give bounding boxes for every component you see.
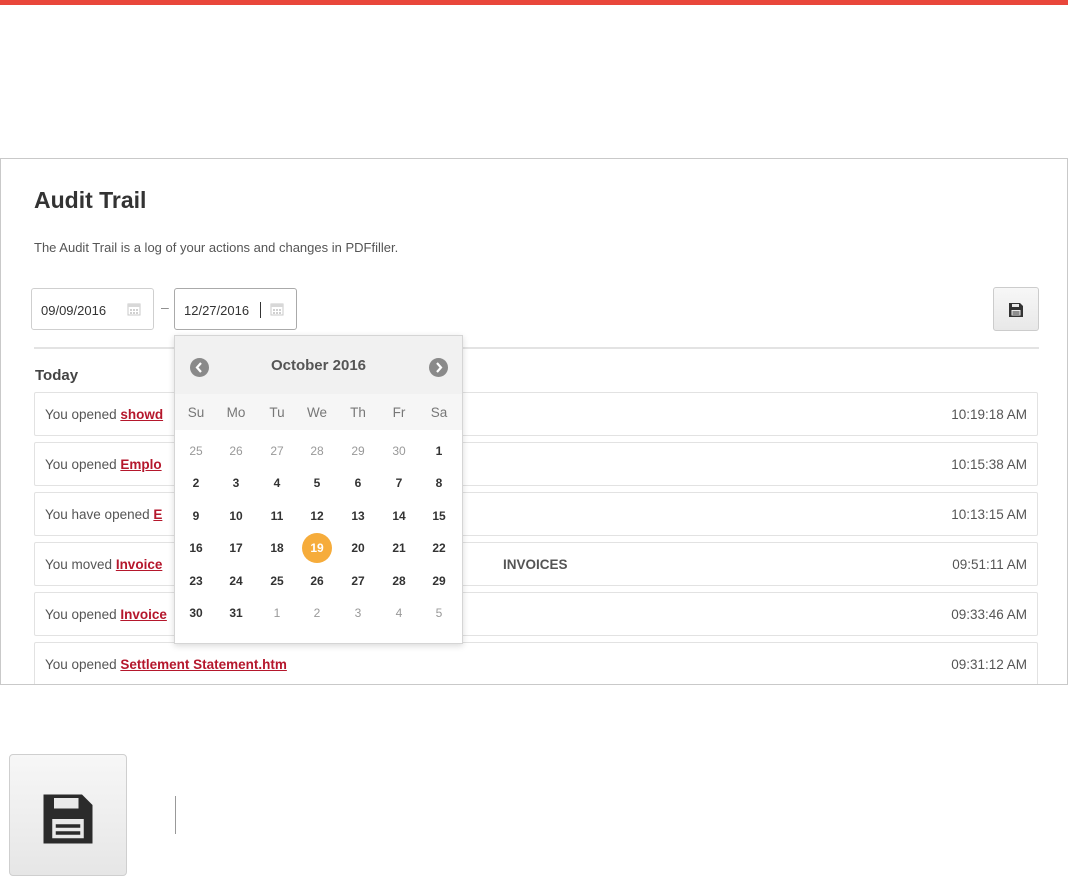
log-row: You opened Settlement Statement.htm 09:3… <box>34 642 1038 684</box>
log-row-destination: INVOICES <box>503 557 568 572</box>
weekday-label: Tu <box>269 405 285 420</box>
calendar-day[interactable]: 12 <box>297 509 337 523</box>
calendar-day-selected[interactable]: 19 <box>302 533 332 564</box>
date-range-separator: – <box>161 299 169 315</box>
calendar-day[interactable]: 4 <box>257 476 297 490</box>
calendar-day[interactable]: 31 <box>216 606 256 620</box>
calendar-day[interactable]: 14 <box>379 509 419 523</box>
calendar-day[interactable]: 11 <box>257 509 297 523</box>
calendar-day[interactable]: 17 <box>216 541 256 555</box>
calendar-day[interactable]: 7 <box>379 476 419 490</box>
log-row-time: 09:51:11 AM <box>952 557 1027 572</box>
save-button[interactable] <box>993 287 1039 331</box>
calendar-month-label: October 2016 <box>270 357 367 374</box>
page-subtitle: The Audit Trail is a log of your actions… <box>34 240 399 255</box>
calendar-day[interactable]: 29 <box>419 574 459 588</box>
calendar-day[interactable]: 25 <box>257 574 297 588</box>
calendar-day[interactable]: 1 <box>419 444 459 458</box>
calendar-day[interactable]: 27 <box>257 444 297 458</box>
log-file-link[interactable]: Invoice <box>116 557 163 572</box>
weekday-label: Sa <box>430 405 448 420</box>
log-row-time: 10:13:15 AM <box>951 507 1027 522</box>
calendar-day[interactable]: 16 <box>176 541 216 555</box>
calendar-day[interactable]: 5 <box>297 476 337 490</box>
calendar-day[interactable]: 25 <box>176 444 216 458</box>
calendar-day[interactable]: 30 <box>176 606 216 620</box>
next-month-button[interactable] <box>429 358 448 377</box>
log-file-link[interactable]: showd <box>120 407 163 422</box>
save-button-zoomed[interactable] <box>9 754 127 876</box>
calendar-day[interactable]: 8 <box>419 476 459 490</box>
calendar-icon[interactable] <box>127 302 141 316</box>
log-file-link[interactable]: Settlement Statement.htm <box>120 657 287 672</box>
weekday-header-row: Su Mo Tu We Th Fr Sa <box>175 394 462 430</box>
start-date-value: 09/09/2016 <box>41 303 107 318</box>
calendar-day[interactable]: 27 <box>338 574 378 588</box>
calendar-day[interactable]: 26 <box>297 574 337 588</box>
calendar-day[interactable]: 24 <box>216 574 256 588</box>
calendar-day[interactable]: 6 <box>338 476 378 490</box>
weekday-label: We <box>306 405 327 420</box>
log-row-text: You opened Settlement Statement.htm <box>45 657 287 672</box>
end-date-field[interactable]: 12/27/2016 <box>174 288 297 330</box>
calendar-header: October 2016 <box>175 336 462 394</box>
calendar-icon[interactable] <box>270 302 284 316</box>
end-date-value: 12/27/2016 <box>184 303 250 318</box>
calendar-day[interactable]: 9 <box>176 509 216 523</box>
section-heading-today: Today <box>35 367 79 384</box>
log-row-action: You opened <box>45 457 121 472</box>
weekday-label: Su <box>187 405 205 420</box>
weekday-label: Mo <box>226 405 246 420</box>
chevron-right-icon <box>436 362 443 373</box>
log-row-action: You opened <box>45 657 121 672</box>
log-row-text: You opened Invoice <box>45 607 167 622</box>
audit-trail-panel: Audit Trail The Audit Trail is a log of … <box>0 158 1068 685</box>
calendar-day[interactable]: 29 <box>338 444 378 458</box>
text-cursor <box>175 796 176 834</box>
calendar-day[interactable]: 13 <box>338 509 378 523</box>
log-row-action: You opened <box>45 607 121 622</box>
calendar-day[interactable]: 20 <box>338 541 378 555</box>
log-row-time: 10:15:38 AM <box>951 457 1027 472</box>
log-file-link[interactable]: E <box>153 507 162 522</box>
log-row-time: 10:19:18 AM <box>951 407 1027 422</box>
text-caret <box>260 302 261 318</box>
calendar-day[interactable]: 2 <box>297 606 337 620</box>
log-row-action: You moved <box>45 557 116 572</box>
calendar-day[interactable]: 10 <box>216 509 256 523</box>
calendar-day[interactable]: 26 <box>216 444 256 458</box>
calendar-day[interactable]: 30 <box>379 444 419 458</box>
weekday-label: Fr <box>392 405 406 420</box>
calendar-day[interactable]: 15 <box>419 509 459 523</box>
calendar-day[interactable]: 2 <box>176 476 216 490</box>
log-row-action: You opened <box>45 407 121 422</box>
calendar-day[interactable]: 4 <box>379 606 419 620</box>
log-file-link[interactable]: Emplo <box>120 457 161 472</box>
calendar-day[interactable]: 1 <box>257 606 297 620</box>
calendar-day[interactable]: 3 <box>216 476 256 490</box>
log-row-text: You have opened E <box>45 507 162 522</box>
calendar-day[interactable]: 5 <box>419 606 459 620</box>
log-file-link[interactable]: Invoice <box>120 607 167 622</box>
calendar-day[interactable]: 22 <box>419 541 459 555</box>
top-accent-bar <box>0 0 1068 5</box>
start-date-field[interactable]: 09/09/2016 <box>31 288 154 330</box>
log-row-text: You opened Emplo <box>45 457 162 472</box>
calendar-day[interactable]: 21 <box>379 541 419 555</box>
page-title: Audit Trail <box>34 187 147 213</box>
calendar-day[interactable]: 23 <box>176 574 216 588</box>
calendar-day[interactable]: 18 <box>257 541 297 555</box>
log-row-time: 09:31:12 AM <box>951 657 1027 672</box>
log-row-text: You opened showd <box>45 407 163 422</box>
calendar-day[interactable]: 28 <box>379 574 419 588</box>
weekday-label: Th <box>350 405 366 420</box>
date-picker-popup: October 2016 Su Mo Tu We Th Fr Sa 25 26 27 28 29 30… <box>174 335 463 644</box>
log-row-action: You have opened <box>45 507 154 522</box>
log-row-text: You moved Invoice <box>45 557 162 572</box>
calendar-day[interactable]: 28 <box>297 444 337 458</box>
floppy-disk-icon <box>1009 303 1023 317</box>
floppy-disk-icon <box>43 794 93 844</box>
log-row-time: 09:33:46 AM <box>951 607 1027 622</box>
calendar-day[interactable]: 3 <box>338 606 378 620</box>
